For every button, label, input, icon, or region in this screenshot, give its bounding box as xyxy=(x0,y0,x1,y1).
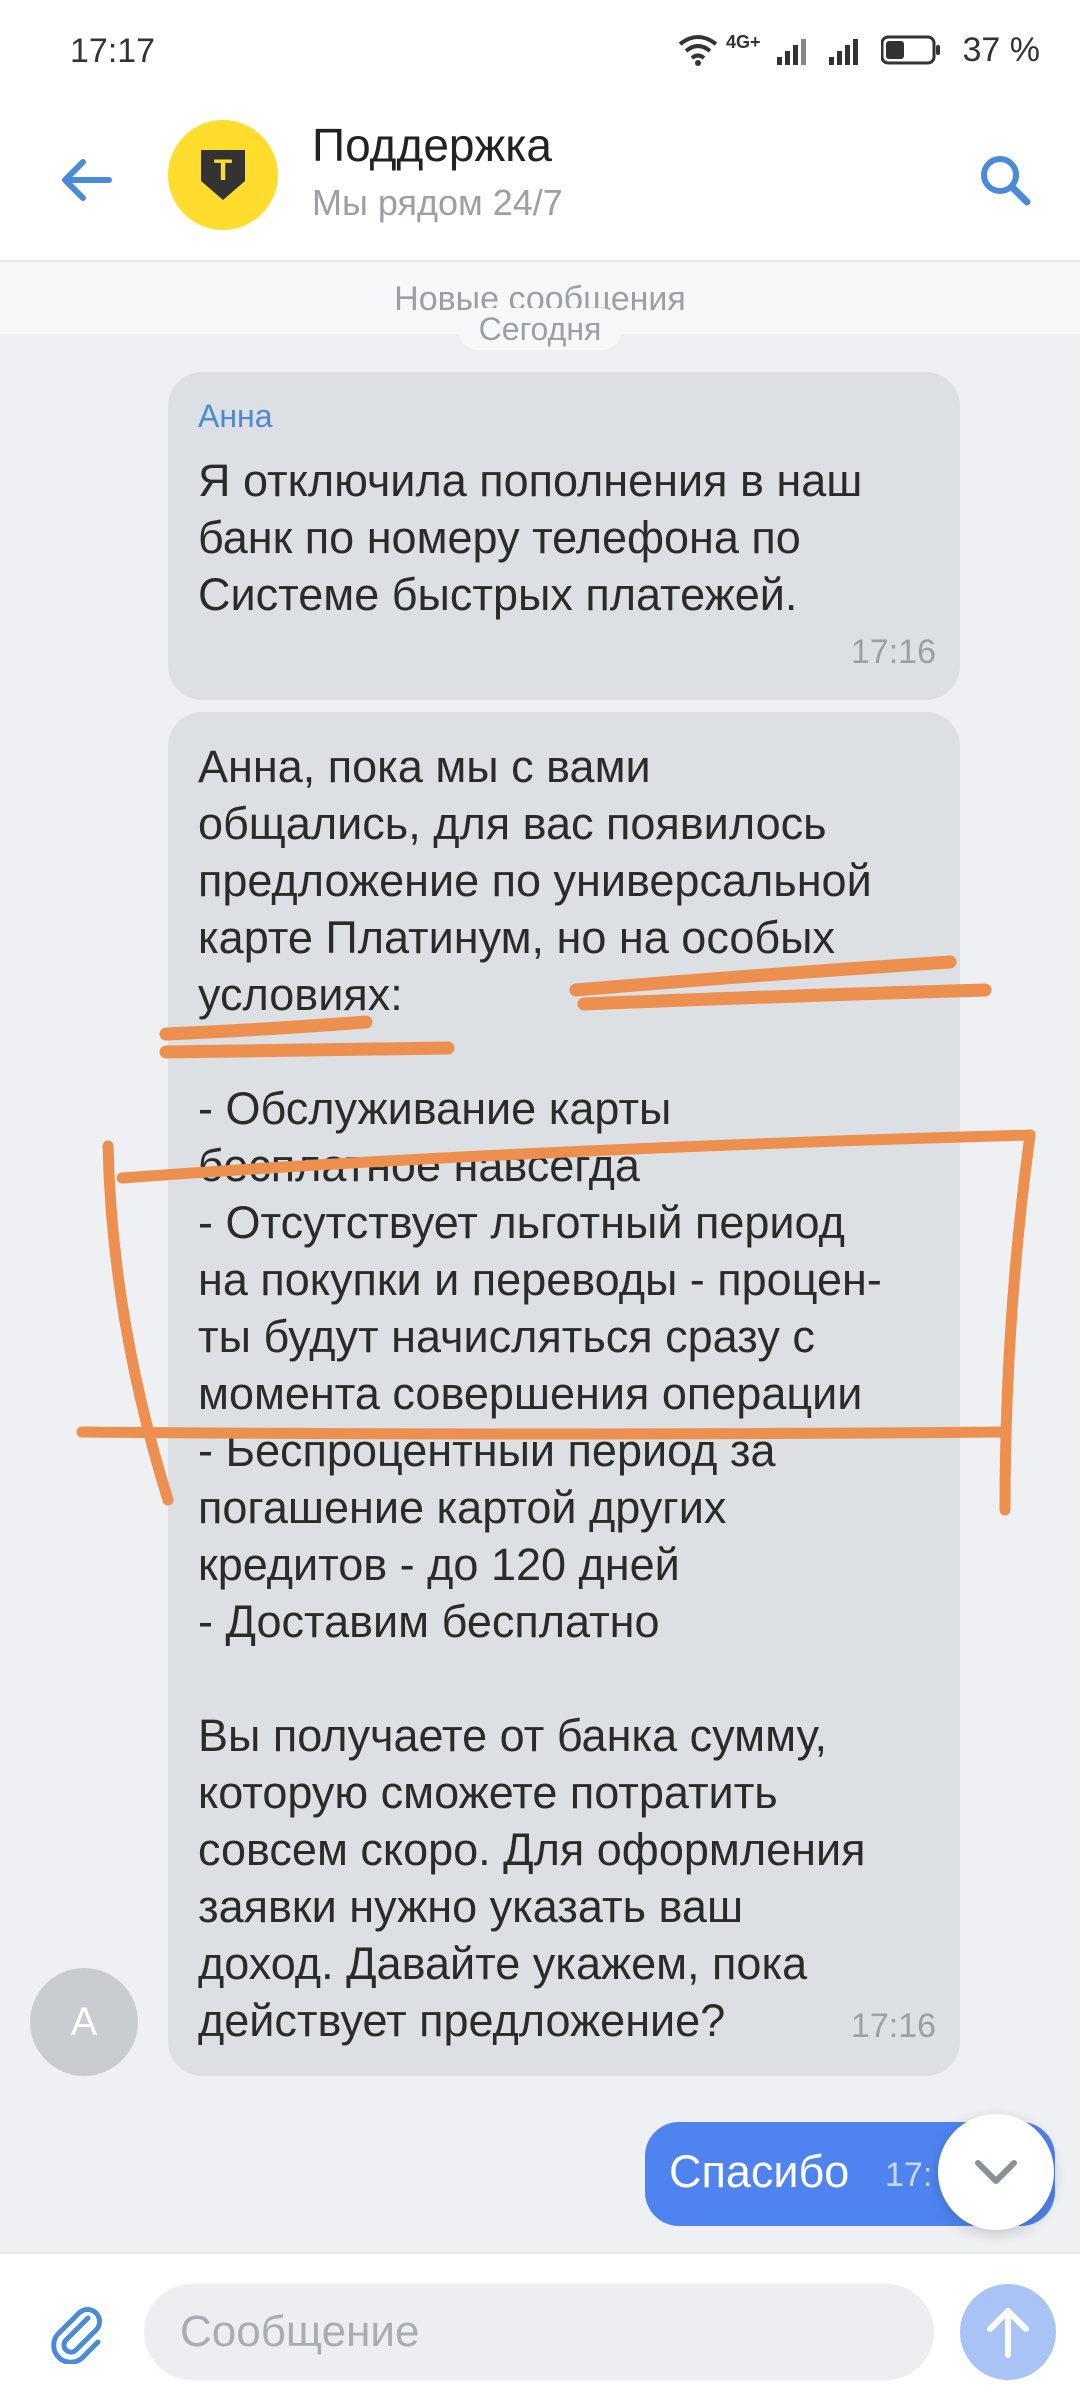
message-time: 17:16 xyxy=(850,633,936,671)
battery-icon xyxy=(880,35,940,65)
arrow-left-icon xyxy=(62,159,112,201)
chat-subtitle: Мы рядом 24/7 xyxy=(312,182,563,223)
message-time: 17: xyxy=(885,2156,933,2194)
back-button[interactable] xyxy=(50,145,120,215)
message-text: Спасибо xyxy=(669,2146,850,2197)
agent-avatar[interactable]: А xyxy=(30,1968,138,2076)
battery-percent: 37 % xyxy=(962,30,1041,69)
signal-icon-sim2 xyxy=(828,39,858,65)
network-type-label: 4G+ xyxy=(725,31,761,52)
message-bubble[interactable]: Анна Я отключила пополнения в наш банк п… xyxy=(168,372,960,700)
date-chip: Сегодня xyxy=(458,308,622,350)
message-sender: Анна xyxy=(198,398,273,434)
shield-logo-icon: Т xyxy=(201,150,245,200)
message-bubble[interactable]: Анна, пока мы с вами общались, для вас п… xyxy=(168,712,960,2076)
chat-area[interactable]: Новые сообщения Сегодня Анна Я отключила… xyxy=(0,262,1080,2252)
search-icon xyxy=(981,156,1031,206)
paperclip-icon xyxy=(51,2307,102,2364)
bank-logo-avatar[interactable]: Т xyxy=(168,120,278,230)
status-bar: 17:17 4G+ 37 % xyxy=(0,0,1080,100)
status-time: 17:17 xyxy=(70,32,156,70)
arrow-up-icon xyxy=(987,2308,1029,2358)
message-time: 17:16 xyxy=(850,2007,936,2045)
wifi-icon xyxy=(678,35,718,66)
chevron-down-icon xyxy=(975,2160,1017,2184)
chat-header: Т Поддержка Мы рядом 24/7 xyxy=(0,100,1080,262)
status-indicators: 4G+ 37 % xyxy=(678,28,1040,72)
attach-button[interactable] xyxy=(36,2292,116,2372)
message-input-bar xyxy=(0,2252,1080,2402)
message-text: Анна, пока мы с вами общались, для вас п… xyxy=(198,741,882,2046)
scroll-down-button[interactable] xyxy=(938,2114,1054,2230)
logo-letter: Т xyxy=(213,154,233,187)
signal-icon xyxy=(776,39,806,65)
send-button[interactable] xyxy=(960,2284,1056,2380)
message-input[interactable] xyxy=(144,2284,934,2380)
chat-title[interactable]: Поддержка xyxy=(312,118,552,172)
search-button[interactable] xyxy=(970,145,1040,215)
message-text: Я отключила пополнения в наш банк по ном… xyxy=(198,455,863,620)
